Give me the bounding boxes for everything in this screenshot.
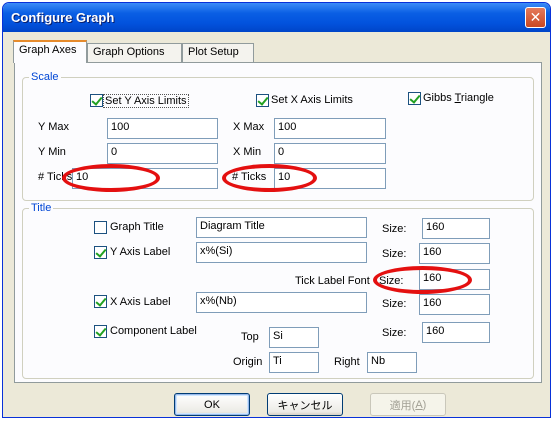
graph-title-size-label: Size:	[382, 223, 407, 235]
tick-label-font-label: Tick Label Font	[295, 275, 370, 287]
apply-button[interactable]: 適用(A)	[370, 393, 446, 416]
gibbs-triangle-checkbox[interactable]	[408, 92, 421, 105]
graph-axes-panel: Scale Set Y Axis Limits Set X Axis Limit…	[14, 62, 542, 383]
scale-legend: Scale	[31, 71, 59, 83]
component-size-label: Size:	[382, 327, 407, 339]
set-x-axis-limits-checkbox[interactable]	[256, 94, 269, 107]
x-axis-label-label[interactable]: X Axis Label	[110, 296, 171, 308]
tab-plot-setup[interactable]: Plot Setup	[182, 43, 254, 62]
gibbs-triangle-label[interactable]: Gibbs Triangle	[423, 92, 494, 104]
graph-title-checkbox[interactable]	[94, 221, 107, 234]
y-max-input[interactable]: 100	[107, 118, 218, 139]
y-axis-size-label: Size:	[382, 248, 407, 260]
component-label-checkbox[interactable]	[94, 325, 107, 338]
component-label-label[interactable]: Component Label	[110, 325, 197, 337]
ticks-x-highlight-oval	[222, 164, 317, 192]
title-legend: Title	[31, 202, 52, 214]
y-max-label: Y Max	[38, 121, 69, 133]
origin-input[interactable]: Ti	[269, 352, 319, 373]
y-axis-label-label[interactable]: Y Axis Label	[110, 246, 170, 258]
y-min-input[interactable]: 0	[107, 143, 218, 164]
x-axis-size-label: Size:	[382, 298, 407, 310]
ticks-y-highlight-oval	[62, 164, 160, 192]
configure-graph-dialog: Configure Graph ✕ Graph Axes Graph Optio…	[2, 2, 551, 418]
component-size-input[interactable]: 160	[422, 322, 490, 343]
x-max-input[interactable]: 100	[274, 118, 386, 139]
set-x-axis-limits-label[interactable]: Set X Axis Limits	[271, 94, 353, 106]
origin-label: Origin	[233, 356, 263, 368]
title-bar[interactable]: Configure Graph ✕	[3, 3, 550, 32]
top-input[interactable]: Si	[269, 327, 319, 348]
set-y-axis-limits-label[interactable]: Set Y Axis Limits	[103, 94, 189, 108]
right-label: Right	[334, 356, 360, 368]
close-icon[interactable]: ✕	[525, 7, 546, 28]
y-min-label: Y Min	[38, 146, 66, 158]
right-input[interactable]: Nb	[367, 352, 417, 373]
ok-button[interactable]: OK	[174, 393, 250, 416]
x-axis-label-input[interactable]: x%(Nb)	[196, 292, 367, 313]
tick-size-highlight-oval	[373, 266, 472, 294]
tab-graph-options[interactable]: Graph Options	[87, 43, 182, 62]
x-axis-label-checkbox[interactable]	[94, 295, 107, 308]
dialog-title: Configure Graph	[11, 10, 115, 25]
x-axis-size-input[interactable]: 160	[419, 294, 490, 315]
y-axis-label-input[interactable]: x%(Si)	[196, 242, 367, 263]
set-y-axis-limits-checkbox[interactable]	[90, 94, 103, 107]
y-axis-size-input[interactable]: 160	[419, 243, 490, 264]
tab-graph-axes[interactable]: Graph Axes	[13, 40, 87, 63]
x-max-label: X Max	[233, 121, 265, 133]
x-min-label: X Min	[233, 146, 262, 158]
x-min-input[interactable]: 0	[274, 143, 386, 164]
graph-title-input[interactable]: Diagram Title	[196, 217, 367, 238]
y-axis-label-checkbox[interactable]	[94, 246, 107, 259]
graph-title-size-input[interactable]: 160	[422, 218, 490, 239]
top-label: Top	[241, 331, 259, 343]
cancel-button[interactable]: キャンセル	[267, 393, 343, 416]
graph-title-label[interactable]: Graph Title	[110, 221, 164, 233]
